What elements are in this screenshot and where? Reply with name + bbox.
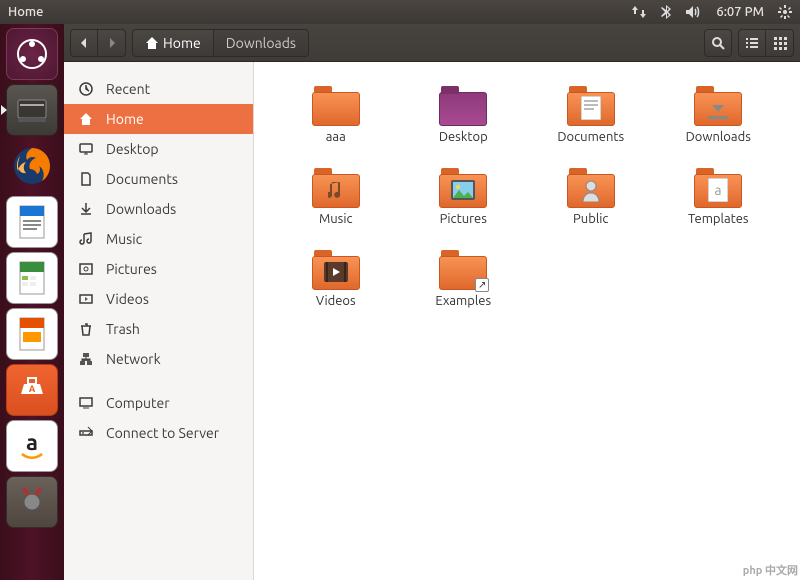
folder-music[interactable]: Music: [312, 168, 360, 250]
toolbar: Home Downloads: [64, 24, 800, 62]
path-home[interactable]: Home: [132, 29, 214, 57]
sidebar-item-connect-to-server[interactable]: Connect to Server: [64, 418, 253, 448]
volume-icon[interactable]: [686, 5, 702, 19]
clock[interactable]: 6:07 PM: [716, 5, 764, 19]
folder-public[interactable]: Public: [567, 168, 615, 250]
sidebar-item-trash[interactable]: Trash: [64, 314, 253, 344]
nav-forward-button[interactable]: [98, 29, 126, 57]
launcher-amazon[interactable]: a: [6, 420, 58, 472]
path-downloads[interactable]: Downloads: [214, 29, 309, 57]
launcher-calc[interactable]: [6, 252, 58, 304]
svg-text:a: a: [26, 430, 38, 455]
svg-text:A: A: [29, 384, 36, 394]
svg-text:a: a: [715, 182, 722, 198]
launcher-dash[interactable]: [6, 28, 58, 80]
launcher-impress[interactable]: [6, 308, 58, 360]
sidebar-item-desktop[interactable]: Desktop: [64, 134, 253, 164]
sidebar-item-pictures[interactable]: Pictures: [64, 254, 253, 284]
folder-documents[interactable]: Documents: [557, 86, 624, 168]
top-panel: Home 6:07 PM: [0, 0, 800, 24]
folder-downloads[interactable]: Downloads: [686, 86, 751, 168]
launcher-software[interactable]: A: [6, 364, 58, 416]
launcher-settings[interactable]: [6, 476, 58, 528]
sidebar-item-recent[interactable]: Recent: [64, 74, 253, 104]
file-grid: aaa Desktop Documents Downloads Music Picture…: [254, 62, 800, 580]
sidebar: RecentHomeDesktopDocumentsDownloadsMusic…: [64, 62, 254, 580]
sidebar-item-documents[interactable]: Documents: [64, 164, 253, 194]
sidebar-item-network[interactable]: Network: [64, 344, 253, 374]
watermark: php 中文网: [743, 562, 798, 578]
nav-back-button[interactable]: [70, 29, 98, 57]
folder-pictures[interactable]: Pictures: [439, 168, 487, 250]
folder-examples[interactable]: ↗Examples: [435, 250, 491, 332]
sidebar-item-videos[interactable]: Videos: [64, 284, 253, 314]
folder-desktop[interactable]: Desktop: [439, 86, 488, 168]
sidebar-item-downloads[interactable]: Downloads: [64, 194, 253, 224]
search-button[interactable]: [704, 29, 732, 57]
sidebar-item-home[interactable]: Home: [64, 104, 253, 134]
network-indicator-icon[interactable]: [632, 5, 646, 19]
launcher-files[interactable]: [6, 84, 58, 136]
folder-videos[interactable]: Videos: [312, 250, 360, 332]
folder-aaa[interactable]: aaa: [312, 86, 360, 168]
launcher-writer[interactable]: [6, 196, 58, 248]
sidebar-item-music[interactable]: Music: [64, 224, 253, 254]
gear-icon[interactable]: [778, 5, 792, 19]
bluetooth-icon[interactable]: [660, 5, 672, 19]
launcher-firefox[interactable]: [6, 140, 58, 192]
folder-templates[interactable]: aTemplates: [688, 168, 749, 250]
sidebar-item-computer[interactable]: Computer: [64, 388, 253, 418]
view-grid-button[interactable]: [766, 29, 794, 57]
launcher: A a: [0, 24, 64, 580]
view-list-button[interactable]: [738, 29, 766, 57]
panel-title: Home: [8, 5, 43, 19]
